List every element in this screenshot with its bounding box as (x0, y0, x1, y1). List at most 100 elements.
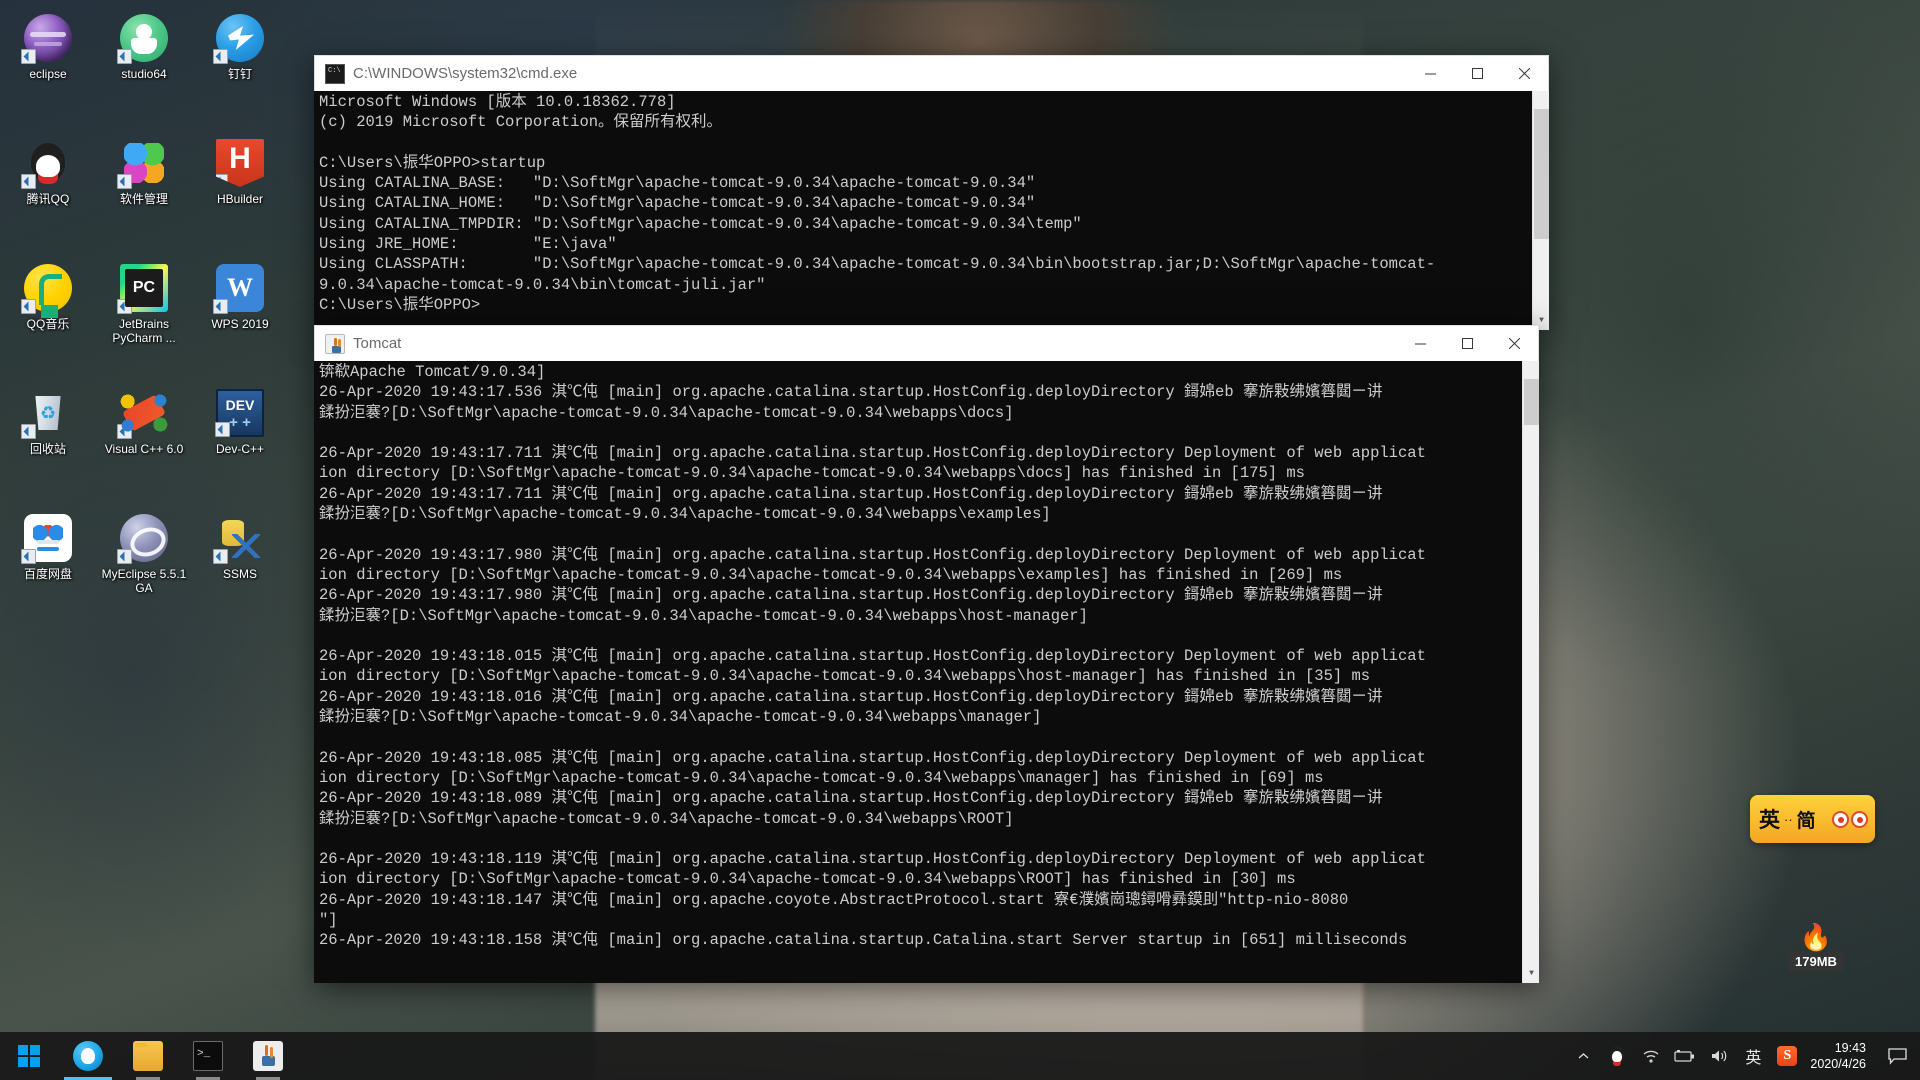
console-line: 26-Apr-2020 19:43:17.536 淇℃伅 [main] org.… (319, 383, 1383, 402)
tomcat-window[interactable]: Tomcat 锛欷Apache Tomcat/9.0.34] 26-Apr-202… (314, 325, 1539, 983)
taskbar-cmd-icon (193, 1041, 223, 1071)
sogou-ime-floating-bar[interactable]: 英 ·· 简 (1750, 795, 1875, 843)
shortcut-overlay-icon (21, 299, 36, 314)
desktop-icon-baidu-netdisk-icon (21, 514, 72, 564)
tomcat-close-button[interactable] (1491, 326, 1538, 362)
console-line: 鍒扮洰褰?[D:\SoftMgr\apache-tomcat-9.0.34\ap… (319, 708, 1042, 727)
shortcut-overlay-icon (21, 49, 36, 64)
desktop-icon-baidu-netdisk[interactable]: 百度网盘 (0, 508, 96, 633)
console-line: 26-Apr-2020 19:43:18.158 淇℃伅 [main] org.… (319, 931, 1408, 950)
tomcat-minimize-button[interactable] (1397, 326, 1444, 362)
shortcut-overlay-icon (213, 549, 228, 564)
desktop-icon-tencent-qq[interactable]: 腾讯QQ (0, 133, 96, 258)
console-line: Using JRE_HOME: "E:\java" (319, 235, 617, 254)
ime-dots-label: ·· (1784, 811, 1793, 827)
qq-tray-icon[interactable] (1600, 1032, 1634, 1080)
console-line: 26-Apr-2020 19:43:18.085 淇℃伅 [main] org.… (319, 748, 1426, 767)
memory-usage-value: 179MB (1788, 952, 1844, 971)
desktop-icon-dev-cpp[interactable]: Dev-C++ (192, 383, 288, 508)
desktop-icon-recycle-bin[interactable]: 回收站 (0, 383, 96, 508)
desktop-icon-software-manager[interactable]: 软件管理 (96, 133, 192, 258)
battery-icon[interactable] (1668, 1032, 1702, 1080)
console-line: (c) 2019 Microsoft Corporation。保留所有权利。 (319, 113, 723, 132)
desktop-icon-studio64-label: studio64 (121, 67, 167, 81)
console-line: 鍒扮洰褰?[D:\SoftMgr\apache-tomcat-9.0.34\ap… (319, 606, 1088, 625)
shortcut-overlay-icon (117, 424, 132, 439)
desktop-icon-studio64[interactable]: studio64 (96, 8, 192, 133)
desktop-icon-ssms-label: SSMS (222, 567, 257, 581)
tomcat-console-output[interactable]: 锛欷Apache Tomcat/9.0.34] 26-Apr-2020 19:43… (314, 361, 1539, 983)
ime-mode-label[interactable]: 英 (1759, 804, 1780, 834)
desktop-icon-recycle-bin-label: 回收站 (29, 442, 66, 456)
action-center-button[interactable] (1878, 1032, 1916, 1080)
desktop-icon-wps-2019[interactable]: WPS 2019 (192, 258, 288, 383)
tomcat-window-titlebar[interactable]: Tomcat (314, 325, 1539, 361)
tomcat-scrollbar[interactable]: ▲ ▼ (1522, 361, 1539, 983)
desktop-icon-dingtalk[interactable]: 钉钉 (192, 8, 288, 133)
show-hidden-icons-button[interactable] (1566, 1032, 1600, 1080)
desktop-icon-hbuilder[interactable]: HBuilder (192, 133, 288, 258)
windows-taskbar[interactable]: 英 S 19:43 2020/4/26 (0, 1032, 1920, 1080)
desktop-icon-eclipse[interactable]: eclipse (0, 8, 96, 133)
desktop-icon-eclipse-icon (21, 14, 72, 64)
taskbar-clock[interactable]: 19:43 2020/4/26 (1804, 1040, 1878, 1072)
desktop-icon-pycharm[interactable]: JetBrains PyCharm ... (96, 258, 192, 383)
console-line: 26-Apr-2020 19:43:17.980 淇℃伅 [main] org.… (319, 586, 1383, 605)
cmd-scroll-thumb[interactable] (1534, 109, 1549, 239)
console-line: 鍒扮洰褰?[D:\SoftMgr\apache-tomcat-9.0.34\ap… (319, 403, 1014, 422)
shortcut-overlay-icon (213, 49, 228, 64)
desktop-icon-dev-cpp-icon (215, 389, 264, 437)
tomcat-maximize-button[interactable] (1444, 326, 1491, 362)
desktop-icon-baidu-netdisk-label: 百度网盘 (23, 567, 72, 581)
taskbar-file-explorer-icon (133, 1041, 163, 1071)
ime-eyes-icon[interactable] (1830, 810, 1868, 828)
cmd-window[interactable]: C:\WINDOWS\system32\cmd.exe Microsoft Wi… (314, 55, 1549, 330)
cmd-window-titlebar[interactable]: C:\WINDOWS\system32\cmd.exe (314, 55, 1549, 91)
taskbar-cmd[interactable] (178, 1032, 238, 1080)
console-line: 鍒扮洰褰?[D:\SoftMgr\apache-tomcat-9.0.34\ap… (319, 505, 1051, 524)
cmd-scrollbar[interactable]: ▲ ▼ (1532, 91, 1549, 330)
desktop-icon-tencent-qq-icon (21, 139, 72, 189)
clock-date: 2020/4/26 (1810, 1057, 1866, 1071)
taskbar-tomcat-java[interactable] (238, 1032, 298, 1080)
console-line: Using CATALINA_HOME: "D:\SoftMgr\apache-… (319, 194, 1036, 213)
desktop-icon-myeclipse[interactable]: MyEclipse 5.5.1 GA (96, 508, 192, 633)
console-line: C:\Users\振华OPPO> (319, 295, 481, 314)
cmd-console-output[interactable]: Microsoft Windows [版本 10.0.18362.778] (c)… (314, 91, 1549, 330)
sogou-ime-tray-icon[interactable]: S (1770, 1032, 1804, 1080)
network-wifi-icon[interactable] (1634, 1032, 1668, 1080)
desktop-icon-qq-music-icon (21, 264, 72, 314)
volume-icon[interactable] (1702, 1032, 1736, 1080)
tomcat-window-title: Tomcat (353, 335, 402, 352)
start-button[interactable] (0, 1032, 58, 1080)
console-line: 26-Apr-2020 19:43:18.119 淇℃伅 [main] org.… (319, 850, 1426, 869)
tomcat-scroll-thumb[interactable] (1524, 379, 1539, 425)
taskbar-qq[interactable] (58, 1032, 118, 1080)
ime-tray-label[interactable]: 英 (1736, 1032, 1770, 1080)
desktop-icon-software-manager-icon (117, 139, 168, 189)
taskbar-app-buttons (58, 1032, 298, 1080)
desktop-icon-qq-music-label: QQ音乐 (26, 317, 70, 331)
desktop-icon-wps-2019-icon (213, 264, 264, 314)
desktop-background[interactable]: eclipse studio64 钉钉腾讯QQ 软件管理 HBuilder QQ音乐 Jet… (0, 0, 1920, 1080)
ime-simplified-toggle[interactable]: 简 (1797, 806, 1816, 833)
cmd-maximize-button[interactable] (1454, 56, 1501, 92)
memory-usage-widget[interactable]: 🔥 179MB (1778, 895, 1854, 971)
desktop-icon-eclipse-label: eclipse (29, 67, 67, 81)
console-line: ion directory [D:\SoftMgr\apache-tomcat-… (319, 768, 1324, 787)
desktop-icon-visual-cpp-60[interactable]: Visual C++ 6.0 (96, 383, 192, 508)
console-line: ion directory [D:\SoftMgr\apache-tomcat-… (319, 667, 1371, 686)
taskbar-file-explorer[interactable] (118, 1032, 178, 1080)
desktop-icon-ssms[interactable]: SSMS (192, 508, 288, 633)
desktop-icon-grid: eclipse studio64 钉钉腾讯QQ 软件管理 HBuilder QQ音乐 Jet… (0, 8, 288, 633)
shortcut-overlay-icon (21, 549, 36, 564)
cmd-minimize-button[interactable] (1407, 56, 1454, 92)
windows-logo-icon (18, 1045, 40, 1067)
shortcut-overlay-icon (21, 424, 36, 439)
tomcat-scroll-down-arrow[interactable]: ▼ (1523, 966, 1539, 983)
shortcut-overlay-icon (117, 174, 132, 189)
desktop-icon-qq-music[interactable]: QQ音乐 (0, 258, 96, 383)
cmd-close-button[interactable] (1501, 56, 1548, 92)
